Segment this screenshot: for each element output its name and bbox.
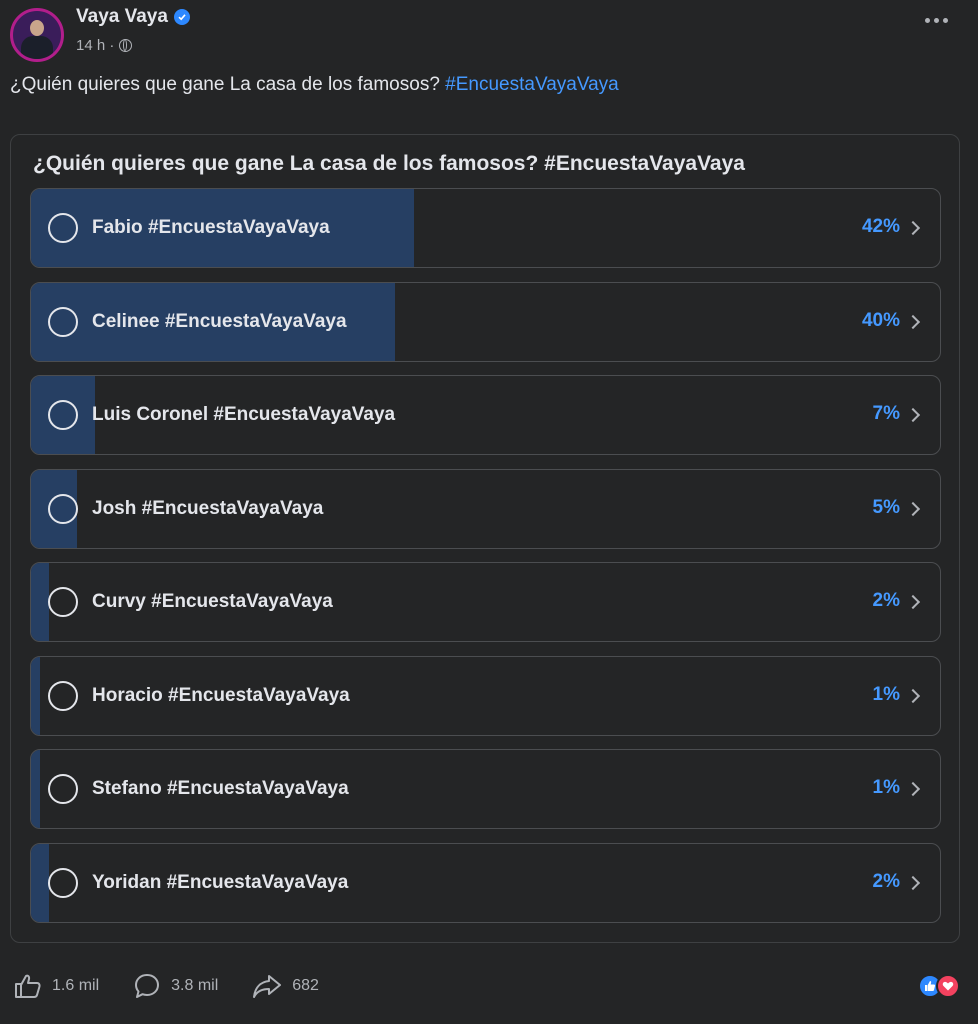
poll-question: ¿Quién quieres que gane La casa de los f… (33, 152, 745, 175)
poll-option-result-bar (31, 844, 49, 922)
poll-option-percent[interactable]: 5% (873, 497, 900, 519)
like-button[interactable]: 1.6 mil (14, 973, 99, 999)
author-name-text[interactable]: Vaya Vaya (76, 6, 168, 28)
comment-icon (135, 974, 160, 998)
poll-option-label: Luis Coronel #EncuestaVayaVaya (92, 404, 396, 425)
poll-option-percent[interactable]: 2% (873, 590, 900, 612)
poll-option[interactable]: Fabio #EncuestaVayaVaya 42% (30, 188, 941, 268)
verified-badge-icon (173, 9, 190, 25)
thumbs-up-icon (15, 974, 41, 998)
poll-option[interactable]: Stefano #EncuestaVayaVaya 1% (30, 749, 941, 829)
poll-option-label: Stefano #EncuestaVayaVaya (92, 778, 349, 799)
poll-option-percent[interactable]: 7% (873, 403, 900, 425)
share-icon (253, 975, 282, 998)
poll-option[interactable]: Josh #EncuestaVayaVaya 5% (30, 469, 941, 549)
poll-option-label: Yoridan #EncuestaVayaVaya (92, 872, 349, 893)
poll-option[interactable]: Yoridan #EncuestaVayaVaya 2% (30, 843, 941, 923)
poll-option-radio[interactable] (48, 774, 78, 804)
post-hashtag-link[interactable]: #EncuestaVayaVaya (445, 74, 619, 95)
poll-option-label: Celinee #EncuestaVayaVaya (92, 311, 347, 332)
poll-option-percent[interactable]: 40% (862, 310, 900, 332)
poll-option-label: Josh #EncuestaVayaVaya (92, 498, 324, 519)
comment-button[interactable]: 3.8 mil (133, 972, 218, 1000)
poll-option-result-bar (31, 750, 40, 828)
poll-option-percent[interactable]: 2% (873, 871, 900, 893)
poll-option-result-bar (31, 657, 40, 735)
poll-option[interactable]: Curvy #EncuestaVayaVaya 2% (30, 562, 941, 642)
chevron-right-icon[interactable] (905, 220, 921, 236)
poll-option-radio[interactable] (48, 307, 78, 337)
avatar-body (21, 36, 53, 59)
chevron-right-icon[interactable] (905, 688, 921, 704)
post-time[interactable]: 14 h · (76, 37, 114, 54)
poll-option-radio[interactable] (48, 400, 78, 430)
poll-option-percent[interactable]: 1% (873, 777, 900, 799)
avatar[interactable] (10, 8, 64, 62)
poll-option-label: Fabio #EncuestaVayaVaya (92, 217, 330, 238)
like-count: 1.6 mil (52, 977, 100, 994)
avatar-head (30, 20, 44, 36)
dot-icon (925, 18, 930, 23)
poll: ¿Quién quieres que gane La casa de los f… (10, 134, 960, 943)
poll-option[interactable]: Horacio #EncuestaVayaVaya 1% (30, 656, 941, 736)
comment-count: 3.8 mil (171, 977, 219, 994)
chevron-right-icon[interactable] (905, 407, 921, 423)
love-reaction-icon (936, 974, 960, 998)
poll-option-percent[interactable]: 1% (873, 684, 900, 706)
reactions-summary[interactable] (918, 974, 960, 998)
post-meta: 14 h · (76, 37, 133, 54)
poll-option-label: Horacio #EncuestaVayaVaya (92, 685, 350, 706)
poll-option-result-bar (31, 563, 49, 641)
author-name[interactable]: Vaya Vaya (76, 6, 190, 28)
poll-option[interactable]: Luis Coronel #EncuestaVayaVaya 7% (30, 375, 941, 455)
post-text-body: ¿Quién quieres que gane La casa de los f… (10, 74, 440, 95)
poll-option-radio[interactable] (48, 494, 78, 524)
globe-icon (119, 39, 133, 52)
poll-option-label: Curvy #EncuestaVayaVaya (92, 591, 333, 612)
chevron-right-icon[interactable] (905, 781, 921, 797)
chevron-right-icon[interactable] (905, 501, 921, 517)
dot-icon (934, 18, 939, 23)
share-button[interactable]: 682 (252, 973, 319, 999)
poll-option-radio[interactable] (48, 213, 78, 243)
poll-option-percent[interactable]: 42% (862, 216, 900, 238)
dot-icon (943, 18, 948, 23)
more-options-button[interactable] (925, 18, 948, 23)
post-actions: 1.6 mil 3.8 mil 682 (14, 972, 353, 1000)
post-text: ¿Quién quieres que gane La casa de los f… (10, 74, 619, 96)
poll-option-radio[interactable] (48, 868, 78, 898)
poll-option-radio[interactable] (48, 587, 78, 617)
chevron-right-icon[interactable] (905, 875, 921, 891)
poll-option[interactable]: Celinee #EncuestaVayaVaya 40% (30, 282, 941, 362)
chevron-right-icon[interactable] (905, 594, 921, 610)
share-count: 682 (292, 977, 319, 994)
chevron-right-icon[interactable] (905, 314, 921, 330)
poll-option-radio[interactable] (48, 681, 78, 711)
